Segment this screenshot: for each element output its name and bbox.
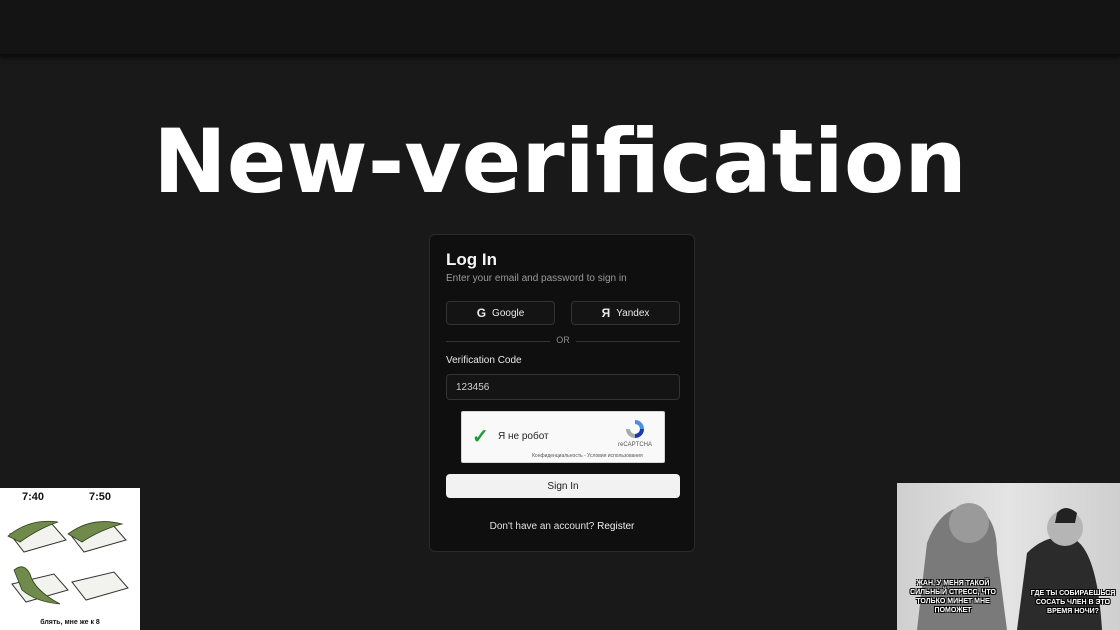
- checkmark-icon[interactable]: ✓: [472, 424, 489, 449]
- sign-in-button[interactable]: Sign In: [446, 474, 680, 498]
- verification-code-label: Verification Code: [446, 355, 522, 366]
- meme-time-1: 7:40: [22, 491, 45, 503]
- captcha-label: Я не робот: [498, 431, 549, 442]
- yandex-label: Yandex: [616, 307, 650, 319]
- google-icon: G: [476, 306, 487, 320]
- or-divider: OR: [446, 335, 680, 347]
- google-login-button[interactable]: G Google: [446, 301, 555, 325]
- register-prompt: Don't have an account? Register: [430, 521, 694, 532]
- meme-right-caption-right: ГДЕ ТЫ СОБИРАЕШЬСЯ СОСАТЬ ЧЛЕН В ЭТО ВРЕ…: [1030, 590, 1116, 615]
- meme-time-2: 7:50: [89, 491, 112, 503]
- recaptcha-widget[interactable]: ✓ Я не робот reCAPTCHA Конфиденциальност…: [461, 411, 665, 463]
- divider-line-right: [576, 341, 680, 342]
- meme-left-image: 7:40 7:50 блять, мне же к 8: [0, 488, 140, 630]
- top-bar: [0, 0, 1120, 56]
- login-card: Log In Enter your email and password to …: [429, 234, 695, 552]
- meme-right-caption-left: ЖАН, У МЕНЯ ТАКОЙ СИЛЬНЫЙ СТРЕСС, ЧТО ТО…: [910, 580, 996, 614]
- meme-right-image: ЖАН, У МЕНЯ ТАКОЙ СИЛЬНЫЙ СТРЕСС, ЧТО ТО…: [897, 483, 1120, 630]
- crocodile-beds-illustration: [7, 520, 129, 605]
- page-headline: New-verification: [153, 110, 967, 213]
- meme-left-caption: блять, мне же к 8: [40, 619, 100, 626]
- captcha-brand: reCAPTCHA: [618, 442, 653, 448]
- login-title: Log In: [446, 250, 497, 269]
- login-subtitle: Enter your email and password to sign in: [446, 273, 627, 284]
- yandex-login-button[interactable]: Я Yandex: [571, 301, 680, 325]
- divider-text: OR: [556, 335, 570, 345]
- verification-code-input[interactable]: [446, 374, 680, 400]
- register-link[interactable]: Register: [597, 521, 634, 532]
- recaptcha-logo-icon: [626, 420, 644, 438]
- register-prompt-text: Don't have an account?: [489, 521, 595, 532]
- yandex-icon: Я: [601, 306, 611, 320]
- google-label: Google: [492, 307, 525, 319]
- captcha-legal-links[interactable]: Конфиденциальность - Условия использован…: [532, 453, 643, 459]
